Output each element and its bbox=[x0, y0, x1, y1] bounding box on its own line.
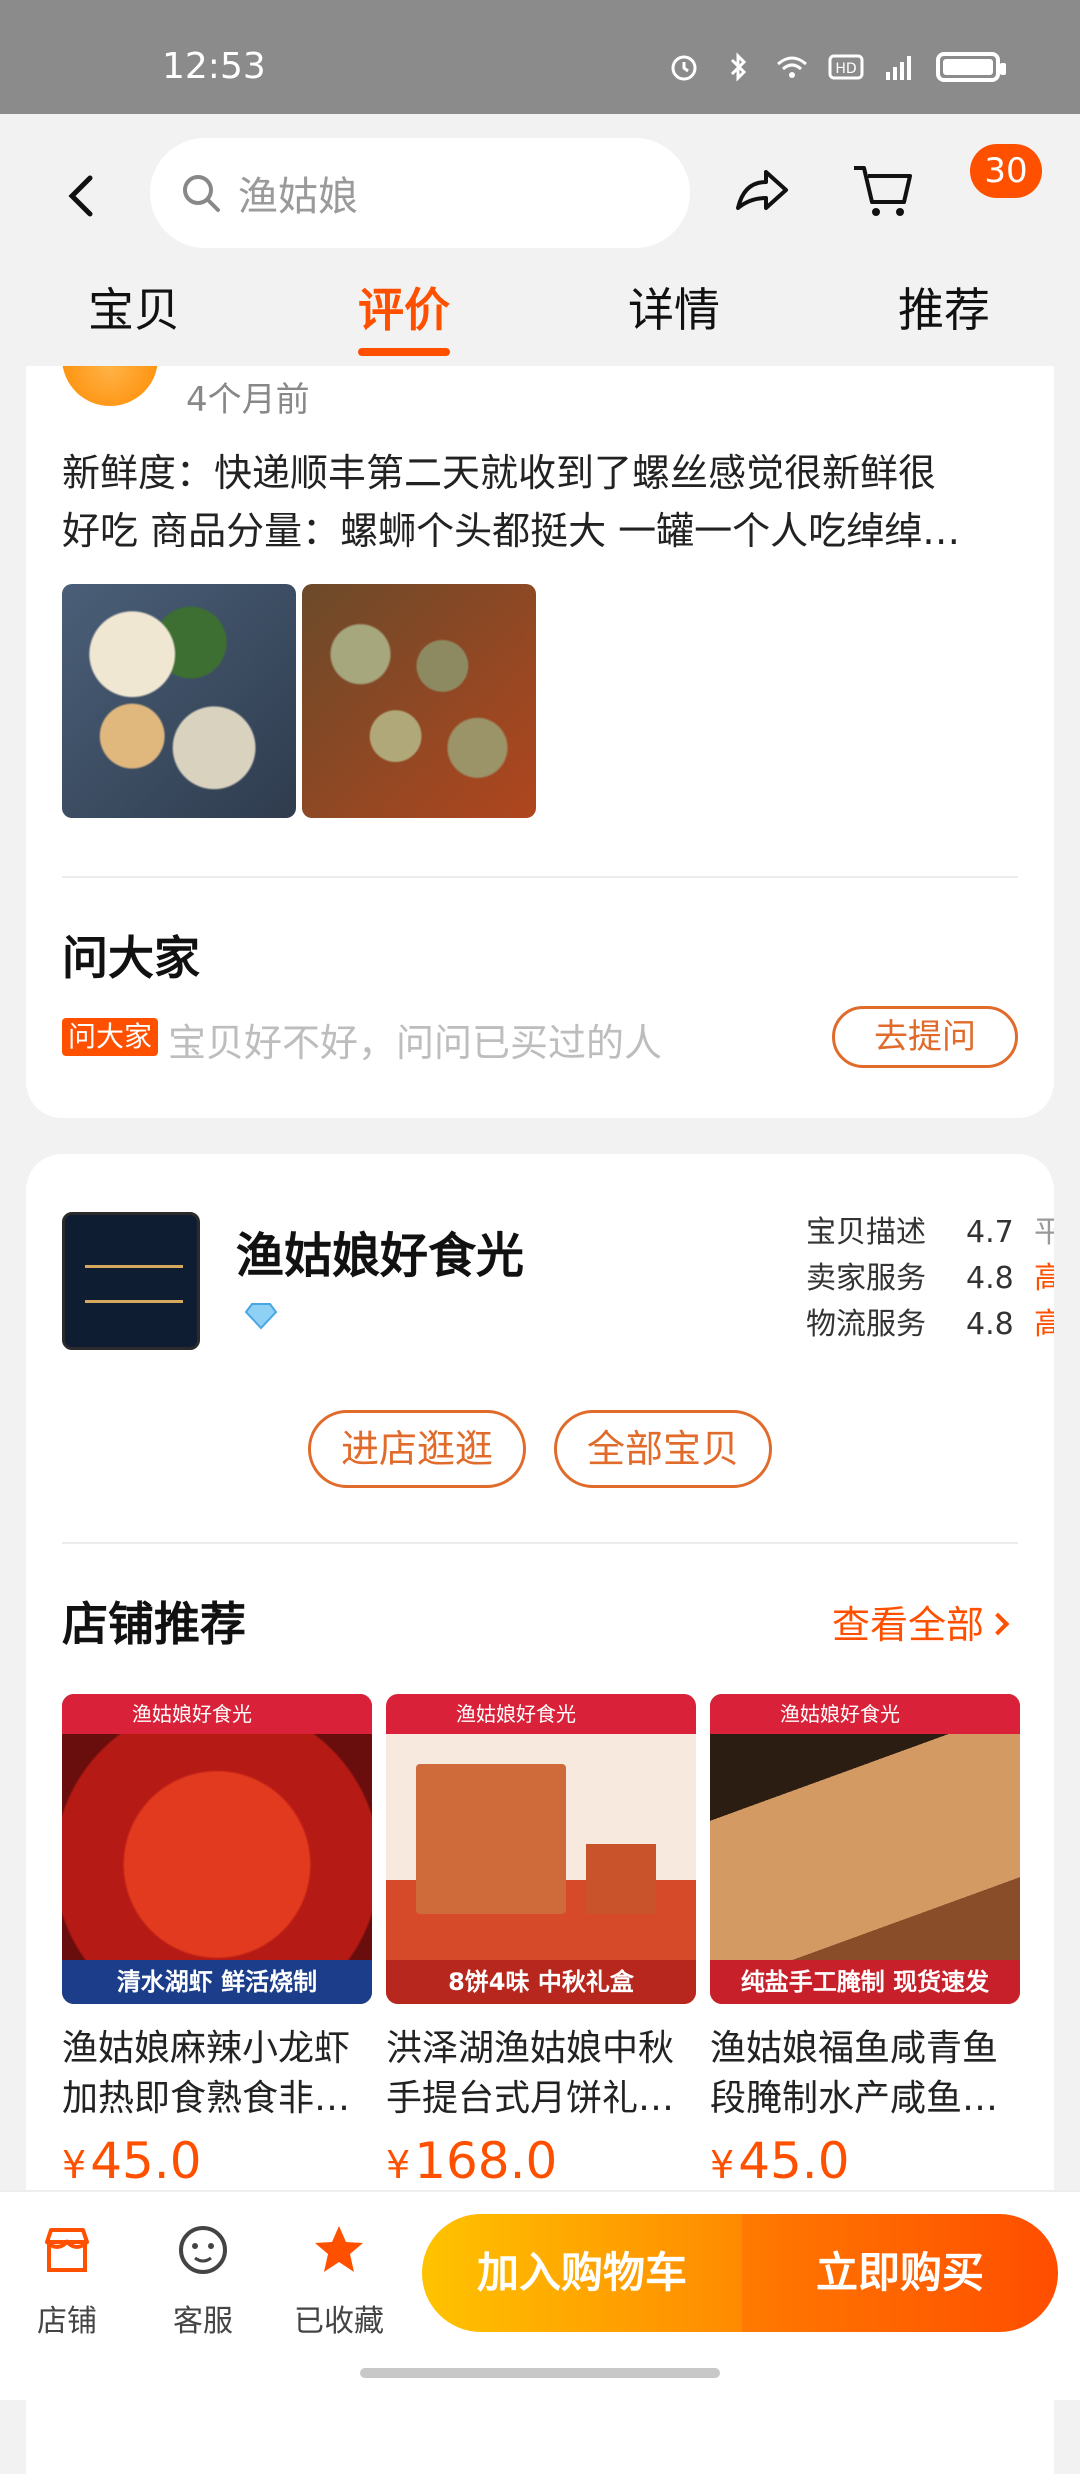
customer-service-button[interactable]: 客服 bbox=[148, 2222, 258, 2340]
search-query: 渔姑娘 bbox=[238, 174, 358, 220]
product-card[interactable]: 渔姑娘好食光 清水湖虾 鲜活烧制 渔姑娘麻辣小龙虾 加热即食熟食非… ¥45.0 bbox=[62, 1694, 372, 2190]
battery-icon bbox=[936, 52, 1006, 82]
alarm-icon bbox=[671, 55, 697, 81]
status-time: 12:53 bbox=[162, 46, 266, 87]
tab-bar: 宝贝 评价 详情 推荐 bbox=[0, 274, 1080, 364]
review-card: 4个月前 新鲜度：快递顺丰第二天就收到了螺丝感觉很新鲜很 好吃 商品分量：螺蛳个… bbox=[26, 366, 1054, 1118]
tab-review[interactable]: 评价 bbox=[358, 274, 450, 356]
ask-question-button[interactable]: 去提问 bbox=[832, 1006, 1018, 1068]
chevron-right-icon bbox=[986, 1612, 1010, 1635]
ask-placeholder[interactable]: 宝贝好不好，问问已买过的人 bbox=[168, 1012, 662, 1067]
status-bar: 12:53 HD bbox=[0, 0, 1080, 114]
store-icon bbox=[45, 2228, 89, 2272]
product-card[interactable]: 渔姑娘好食光 纯盐手工腌制 现货速发 渔姑娘福鱼咸青鱼 段腌制水产咸鱼… ¥45… bbox=[710, 1694, 1020, 2190]
divider bbox=[62, 1542, 1018, 1544]
product-name: 渔姑娘福鱼咸青鱼 段腌制水产咸鱼… bbox=[710, 2028, 999, 2119]
rating-row: 卖家服务 4.8 高 bbox=[806, 1261, 1054, 1296]
store-button[interactable]: 店铺 bbox=[12, 2222, 122, 2340]
buy-now-button[interactable]: 立即购买 bbox=[742, 2214, 1058, 2332]
svg-text:HD: HD bbox=[835, 61, 856, 77]
divider bbox=[62, 876, 1018, 878]
hd-icon: HD bbox=[828, 54, 864, 80]
review-photo[interactable] bbox=[302, 584, 536, 818]
recommend-title: 店铺推荐 bbox=[62, 1597, 246, 1651]
star-icon bbox=[315, 2226, 363, 2272]
product-image: 渔姑娘好食光 8饼4味 中秋礼盒 bbox=[386, 1694, 696, 2004]
review-text[interactable]: 新鲜度：快递顺丰第二天就收到了螺丝感觉很新鲜很 好吃 商品分量：螺蛳个头都挺大 … bbox=[62, 444, 1022, 560]
share-icon[interactable] bbox=[730, 160, 792, 222]
rating-row: 宝贝描述 4.7 平 bbox=[806, 1215, 1054, 1250]
tab-item[interactable]: 宝贝 bbox=[88, 274, 180, 340]
enter-shop-button[interactable]: 进店逛逛 bbox=[308, 1410, 526, 1488]
shop-name[interactable]: 渔姑娘好食光 bbox=[236, 1216, 524, 1286]
cart-icon[interactable] bbox=[850, 158, 916, 224]
top-nav: 渔姑娘 30 宝贝 评价 详情 推荐 bbox=[0, 114, 1080, 366]
tab-recommend[interactable]: 推荐 bbox=[898, 274, 990, 340]
search-icon bbox=[183, 175, 220, 212]
bluetooth-icon bbox=[730, 52, 747, 82]
shop-ratings: 宝贝描述 4.7 平 卖家服务 4.8 高 物流服务 4.8 高 bbox=[806, 1210, 1054, 1348]
product-image: 渔姑娘好食光 纯盐手工腌制 现货速发 bbox=[710, 1694, 1020, 2004]
signal-icon bbox=[886, 56, 911, 80]
all-items-button[interactable]: 全部宝贝 bbox=[554, 1410, 772, 1488]
product-name: 洪泽湖渔姑娘中秋 手提台式月饼礼… bbox=[386, 2028, 675, 2119]
product-price: ¥168.0 bbox=[386, 2132, 558, 2190]
status-icons: HD bbox=[666, 52, 1006, 82]
ask-tag: 问大家 bbox=[62, 1018, 159, 1056]
search-bar[interactable]: 渔姑娘 bbox=[150, 138, 690, 248]
back-icon[interactable] bbox=[52, 166, 112, 226]
product-image: 渔姑娘好食光 清水湖虾 鲜活烧制 bbox=[62, 1694, 372, 2004]
tab-underline bbox=[358, 348, 450, 356]
product-price: ¥45.0 bbox=[62, 2132, 202, 2190]
rating-row: 物流服务 4.8 高 bbox=[806, 1307, 1054, 1342]
diamond-icon bbox=[244, 1303, 278, 1330]
review-date: 4个月前 bbox=[186, 380, 310, 420]
product-card[interactable]: 渔姑娘好食光 8饼4味 中秋礼盒 洪泽湖渔姑娘中秋 手提台式月饼礼… ¥168.… bbox=[386, 1694, 696, 2190]
favorite-button[interactable]: 已收藏 bbox=[284, 2222, 394, 2340]
tab-details[interactable]: 详情 bbox=[628, 274, 720, 340]
product-name: 渔姑娘麻辣小龙虾 加热即食熟食非… bbox=[62, 2028, 351, 2119]
product-price: ¥45.0 bbox=[710, 2132, 850, 2190]
cart-badge: 30 bbox=[970, 144, 1042, 198]
wifi-icon bbox=[777, 56, 807, 78]
home-indicator[interactable] bbox=[360, 2368, 720, 2378]
view-all-link[interactable]: 查看全部 bbox=[832, 1594, 1010, 1649]
shop-logo[interactable] bbox=[62, 1212, 200, 1350]
review-photo[interactable] bbox=[62, 584, 296, 818]
ask-title: 问大家 bbox=[62, 931, 200, 985]
chat-face-icon bbox=[179, 2226, 227, 2274]
add-to-cart-button[interactable]: 加入购物车 bbox=[422, 2214, 742, 2332]
reviewer-avatar bbox=[62, 366, 158, 406]
